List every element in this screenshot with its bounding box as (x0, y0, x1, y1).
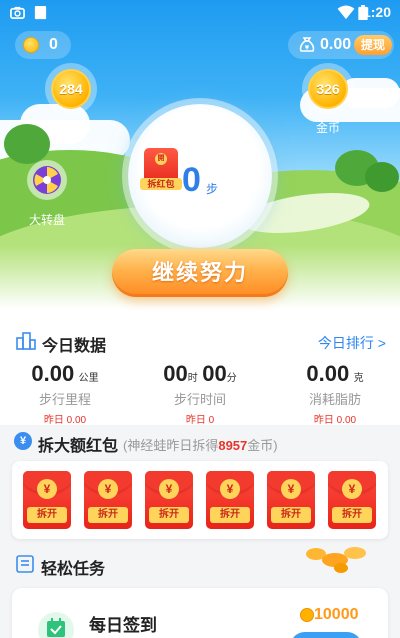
envelope-yen-icon: ¥ (220, 479, 240, 499)
cash-bag-icon: ¥ (299, 37, 315, 52)
stat-walk-time-yesterday: 昨日 0 (185, 415, 215, 426)
coin-icon (23, 37, 39, 53)
camera-icon (10, 6, 25, 19)
coin-pile-decoration (334, 563, 348, 573)
stat-walk-hours-unit: 时 (187, 373, 198, 384)
envelope-yen-icon: ¥ (281, 479, 301, 499)
task-action-button[interactable] (290, 632, 362, 638)
envelope-open-label: 拆开 (271, 507, 311, 523)
coin-balance: 0 (49, 36, 58, 53)
wifi-icon (337, 5, 355, 20)
red-packet-6[interactable]: ¥ 拆开 (328, 471, 376, 529)
stat-walk-minutes-unit: 分 (226, 373, 237, 384)
today-ranking-link[interactable]: 今日排行 > (318, 333, 386, 353)
coin-value-right: 326 (308, 69, 348, 109)
lucky-wheel-label: 大转盘 (28, 213, 65, 227)
task-list-icon (16, 555, 34, 573)
red-packet-3[interactable]: ¥ 拆开 (145, 471, 193, 529)
status-time: 1:20 (362, 4, 391, 20)
today-data-title: 今日数据 (42, 338, 107, 355)
keep-going-button[interactable]: 继续努力 (112, 249, 288, 297)
stat-distance-value: 0.00 (31, 361, 75, 386)
envelope-open-label: 拆开 (88, 507, 128, 523)
red-packets-card: ¥ 拆开 ¥ 拆开 ¥ 拆开 ¥ 拆开 ¥ 拆开 ¥ 拆开 (12, 461, 388, 539)
coin-bubble-left[interactable]: 284 (45, 63, 97, 115)
task-title: 每日签到 (89, 616, 157, 635)
envelope-open-label: 拆开 (332, 507, 372, 523)
stat-distance-yesterday: 昨日 0.00 (43, 415, 87, 426)
envelope-open-label: 拆开 (210, 507, 250, 523)
coin-label-right: 金币 (315, 121, 340, 135)
today-data-section: 今日数据 今日排行 > 0.00 公里 步行里程 昨日 0.00 00时 00分… (0, 325, 400, 426)
task-reward: 10000 (314, 606, 359, 623)
red-packets-subtitle: (神经蛙昨日拆得8957金币) (123, 435, 278, 454)
stat-walk-hours: 00 (163, 361, 188, 386)
stat-distance: 0.00 公里 步行里程 昨日 0.00 (0, 361, 130, 426)
red-packet-badge-label: 拆红包 (140, 178, 182, 190)
stat-distance-label: 步行里程 (38, 392, 91, 407)
lucky-wheel-button[interactable] (27, 160, 67, 200)
task-card-daily-checkin[interactable]: 每日签到 10000 (12, 588, 388, 638)
envelope-yen-icon: ¥ (98, 479, 118, 499)
stat-distance-unit: 公里 (78, 373, 99, 384)
stat-walk-time-label: 步行时间 (173, 392, 226, 407)
red-packets-subtitle-suffix: 金币) (247, 438, 278, 453)
stat-fat-yesterday: 昨日 0.00 (313, 415, 357, 426)
coin-bubble-right[interactable]: 326 (302, 63, 354, 115)
step-count: 0 (182, 161, 201, 199)
coin-balance-pill[interactable]: 0 (15, 31, 71, 59)
coin-label-left: 金币 (58, 121, 83, 135)
red-packets-title: 拆大额红包 (38, 438, 119, 455)
coin-pile-decoration (344, 547, 366, 559)
yen-coin-icon: ¥ (14, 432, 32, 450)
sim-card-icon (34, 5, 47, 20)
withdraw-button[interactable]: 提现 (354, 35, 392, 55)
cash-balance: 0.00 (320, 36, 352, 53)
stat-fat: 0.00 克 消耗脂肪 昨日 0.00 (270, 361, 400, 426)
red-packet-4[interactable]: ¥ 拆开 (206, 471, 254, 529)
envelope-open-label: 拆开 (149, 507, 189, 523)
status-bar: 1:20 (0, 0, 400, 26)
red-packet-2[interactable]: ¥ 拆开 (84, 471, 132, 529)
stat-fat-value: 0.00 (306, 361, 350, 386)
tree-decoration (365, 162, 399, 192)
red-packets-subtitle-amount: 8957 (218, 438, 248, 453)
red-packets-subtitle-prefix: (神经蛙昨日拆得 (123, 438, 219, 453)
step-unit: 步 (206, 182, 219, 196)
calendar-check-icon (47, 618, 65, 637)
coin-value-left: 284 (51, 69, 91, 109)
tasks-title: 轻松任务 (41, 561, 106, 578)
stat-walk-time: 00时 00分 步行时间 昨日 0 (135, 361, 265, 426)
envelope-yen-icon: ¥ (159, 479, 179, 499)
city-icon (16, 332, 36, 350)
red-packet-1[interactable]: ¥ 拆开 (23, 471, 71, 529)
stat-walk-minutes: 00 (202, 361, 227, 386)
stat-fat-label: 消耗脂肪 (308, 392, 361, 407)
envelope-yen-icon: ¥ (342, 479, 362, 499)
envelope-open-label: 拆开 (27, 507, 67, 523)
open-seal-icon: 開 (155, 153, 167, 165)
stat-fat-unit: 克 (353, 373, 364, 384)
wheel-icon (33, 166, 61, 194)
reward-coin-icon (300, 608, 314, 622)
red-packet-5[interactable]: ¥ 拆开 (267, 471, 315, 529)
envelope-yen-icon: ¥ (37, 479, 57, 499)
